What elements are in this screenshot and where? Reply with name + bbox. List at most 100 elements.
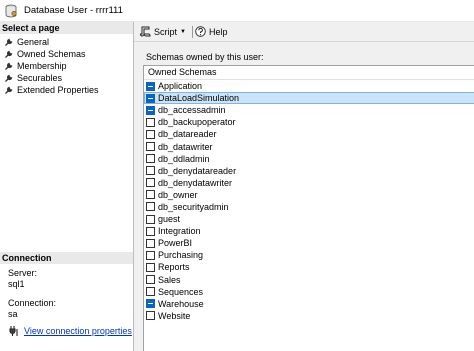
schema-name: DataLoadSimulation xyxy=(158,93,240,104)
schema-checkbox[interactable] xyxy=(146,154,155,164)
connection-header: Connection xyxy=(0,252,133,264)
page-item-securables[interactable]: Securables xyxy=(0,72,133,84)
schema-name: db_accessadmin xyxy=(158,105,226,116)
schema-name: db_datawriter xyxy=(158,141,213,152)
view-connection-properties-link[interactable]: View connection properties xyxy=(24,326,132,336)
schema-name: db_denydatareader xyxy=(158,165,237,176)
owned-schemas-list[interactable]: Owned Schemas Application DataLoadSimulat… xyxy=(143,65,474,351)
schema-name: Reports xyxy=(158,262,190,273)
schema-name: Purchasing xyxy=(158,250,204,261)
schema-checkbox[interactable] xyxy=(146,262,155,272)
toolbar-separator xyxy=(191,25,193,38)
schema-name: guest xyxy=(158,214,181,225)
toolbar: Script ▼ Help xyxy=(134,22,474,42)
help-label: Help xyxy=(208,26,228,37)
schema-checkbox[interactable] xyxy=(146,287,155,297)
schema-name: db_securityadmin xyxy=(158,201,229,212)
schema-row[interactable]: Reports xyxy=(144,261,474,273)
schema-row[interactable]: Application xyxy=(144,80,474,92)
page-item-general[interactable]: General xyxy=(0,36,133,48)
schema-checkbox[interactable] xyxy=(146,166,155,176)
schema-name: db_owner xyxy=(158,189,198,200)
connection-value: sa xyxy=(8,309,18,319)
schema-row[interactable]: guest xyxy=(144,213,474,225)
schema-checkbox[interactable] xyxy=(146,93,155,103)
schema-row[interactable]: db_ddladmin xyxy=(144,153,474,165)
schema-name: db_denydatawriter xyxy=(158,177,233,188)
title-bar: Database User - rrrr111 xyxy=(0,0,474,22)
schema-row[interactable]: DataLoadSimulation xyxy=(144,92,474,105)
schema-row[interactable]: Purchasing xyxy=(144,249,474,261)
schema-checkbox[interactable] xyxy=(146,226,155,236)
schema-checkbox[interactable] xyxy=(146,117,155,127)
schema-row[interactable]: db_denydatawriter xyxy=(144,177,474,189)
server-value: sql1 xyxy=(8,279,25,289)
schema-row[interactable]: Warehouse xyxy=(144,298,474,310)
schema-row[interactable]: PowerBI xyxy=(144,237,474,249)
schema-name: Sales xyxy=(158,274,181,285)
schema-row[interactable]: db_backupoperator xyxy=(144,116,474,128)
schema-name: Website xyxy=(158,310,191,321)
script-label: Script xyxy=(154,26,178,37)
connection-section: Connection Server: sql1 Connection: sa V… xyxy=(0,252,133,338)
help-icon xyxy=(195,26,206,37)
script-icon xyxy=(140,26,151,37)
page-item-label: General xyxy=(17,37,50,47)
schema-row[interactable]: db_securityadmin xyxy=(144,201,474,213)
schema-checkbox[interactable] xyxy=(146,275,155,285)
wrench-icon xyxy=(5,86,13,94)
schema-row[interactable]: Sequences xyxy=(144,286,474,298)
owned-schemas-column-header: Owned Schemas xyxy=(144,66,474,80)
schema-checkbox[interactable] xyxy=(146,250,155,260)
schema-row[interactable]: db_accessadmin xyxy=(144,104,474,116)
schema-name: Sequences xyxy=(158,286,204,297)
wrench-icon xyxy=(5,74,13,82)
schema-checkbox[interactable] xyxy=(146,311,155,321)
schema-checkbox[interactable] xyxy=(146,105,155,115)
schema-name: Integration xyxy=(158,226,201,237)
page-item-extended-properties[interactable]: Extended Properties xyxy=(0,84,133,96)
schema-checkbox[interactable] xyxy=(146,142,155,152)
schema-name: db_datareader xyxy=(158,129,217,140)
help-button[interactable]: Help xyxy=(195,24,228,39)
schema-name: db_backupoperator xyxy=(158,117,236,128)
connection-body: Server: sql1 Connection: sa View connect… xyxy=(0,264,133,338)
page-item-label: Membership xyxy=(17,61,67,71)
schema-name: Warehouse xyxy=(158,298,204,309)
schema-name: Application xyxy=(158,81,203,92)
database-user-icon xyxy=(5,4,17,17)
schema-row[interactable]: db_datawriter xyxy=(144,140,474,152)
right-panel: Script ▼ Help Schemas owned by this user… xyxy=(134,22,474,351)
schema-row[interactable]: db_denydatareader xyxy=(144,165,474,177)
schema-checkbox[interactable] xyxy=(146,202,155,212)
page-item-membership[interactable]: Membership xyxy=(0,60,133,72)
left-panel: Select a page General Owned Schemas Memb… xyxy=(0,22,134,351)
page-item-owned-schemas[interactable]: Owned Schemas xyxy=(0,48,133,60)
schema-row[interactable]: db_datareader xyxy=(144,128,474,140)
schemas-owned-label: Schemas owned by this user: xyxy=(146,52,264,62)
view-connection-properties-row: View connection properties xyxy=(8,324,133,338)
schema-row[interactable]: db_owner xyxy=(144,189,474,201)
connection-plug-icon xyxy=(9,326,18,336)
schema-checkbox[interactable] xyxy=(146,129,155,139)
schema-row[interactable]: Sales xyxy=(144,274,474,286)
select-page-header: Select a page xyxy=(0,22,133,34)
schema-row[interactable]: Website xyxy=(144,310,474,322)
chevron-down-icon[interactable]: ▼ xyxy=(180,29,186,35)
page-item-label: Owned Schemas xyxy=(17,49,86,59)
schema-checkbox[interactable] xyxy=(146,214,155,224)
wrench-icon xyxy=(5,50,13,58)
wrench-icon xyxy=(5,38,13,46)
wrench-icon xyxy=(5,62,13,70)
schema-checkbox[interactable] xyxy=(146,190,155,200)
schema-name: db_ddladmin xyxy=(158,153,210,164)
script-button[interactable]: Script ▼ xyxy=(140,24,190,39)
page-list: General Owned Schemas Membership Securab… xyxy=(0,34,133,96)
window-title: Database User - rrrr111 xyxy=(24,5,123,16)
schema-checkbox[interactable] xyxy=(146,238,155,248)
schema-checkbox[interactable] xyxy=(146,81,155,91)
schema-checkbox[interactable] xyxy=(146,178,155,188)
server-label: Server: xyxy=(8,268,38,278)
schema-checkbox[interactable] xyxy=(146,299,155,309)
schema-row[interactable]: Integration xyxy=(144,225,474,237)
